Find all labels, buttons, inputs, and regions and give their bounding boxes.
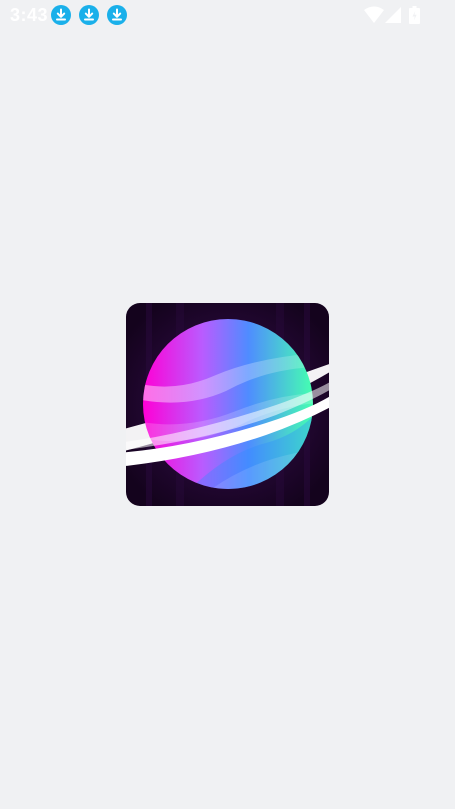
- status-bar: 3:43: [0, 0, 455, 30]
- battery-icon: [409, 6, 420, 24]
- wifi-icon: [364, 6, 384, 23]
- cell-signal-icon: [385, 7, 401, 23]
- status-time: 3:43: [10, 5, 49, 25]
- planet-logo-icon: [126, 303, 329, 506]
- download-icon: [51, 5, 71, 25]
- download-icon: [107, 5, 127, 25]
- download-icon: [79, 5, 99, 25]
- app-splash-logo: [126, 303, 329, 506]
